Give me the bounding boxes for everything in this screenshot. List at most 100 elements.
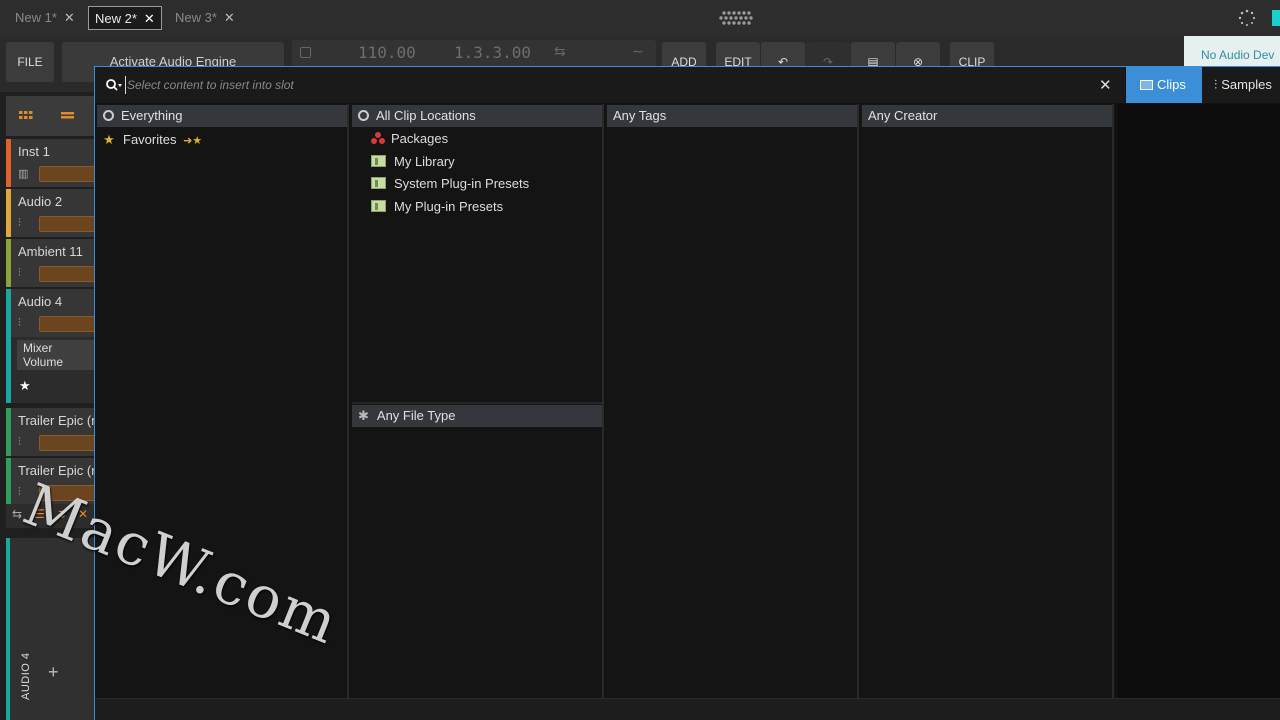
library-icon [371, 155, 386, 167]
bottom-track-label: AUDIO 4 [20, 652, 32, 700]
filter-favorites[interactable]: ★ Favorites ➜★ [102, 132, 202, 148]
results-area [1118, 104, 1280, 698]
loading-spinner-icon [1238, 9, 1256, 26]
layout-icon[interactable]: ☰ [34, 507, 45, 521]
device-panel-strip: AUDIO 4 + [6, 538, 94, 720]
close-icon[interactable]: ✕ [144, 11, 155, 26]
tab-clips[interactable]: Clips [1126, 67, 1202, 103]
app-logo-icon[interactable] [718, 10, 754, 26]
add-device-icon[interactable]: + [48, 662, 59, 683]
filter-label: Favorites [123, 132, 177, 147]
track-ambient-11[interactable]: Ambient 11 ⫶ [6, 239, 99, 287]
filter-all-clip-locations[interactable]: All Clip Locations [352, 105, 602, 127]
mixer-volume-label: Mixer Volume [17, 340, 99, 370]
filter-any-file-type[interactable]: ✱ Any File Type [352, 405, 602, 427]
swap-icon[interactable]: ⇆ [12, 507, 22, 521]
library-icon [371, 177, 386, 189]
tab-label: New 3* [175, 10, 217, 25]
waveform-icon: ⫶ [18, 486, 21, 498]
track-name: Audio 4 [18, 294, 63, 309]
tempo-display[interactable]: 110.00 [358, 43, 416, 62]
filter-column-creator: Any Creator [860, 104, 1114, 698]
asterisk-icon: ✱ [358, 408, 369, 423]
location-my-library[interactable]: My Library [371, 154, 455, 169]
track-name: Ambient 11 [18, 244, 83, 259]
waveform-icon: ⫶ [18, 217, 21, 229]
filter-label: All Clip Locations [376, 108, 476, 123]
search-bar: ✕ [95, 67, 1125, 103]
divider [352, 402, 602, 404]
tab-label: New 2* [95, 11, 137, 26]
automation-icon[interactable]: ∼ [632, 43, 644, 60]
waveform-icon: ⫶ [18, 436, 21, 448]
track-clip-slot[interactable] [39, 266, 99, 282]
tab-new-1[interactable]: New 1* ✕ [9, 6, 81, 30]
track-clip-slot[interactable] [39, 166, 99, 182]
favorite-star-icon: ★ [19, 378, 31, 393]
arrow-down-icon[interactable]: ↴ [56, 507, 66, 521]
content-browser-popup: ✕ Clips ⫶Samples Everything ★ Favorites ➜… [94, 66, 1280, 720]
search-input[interactable] [125, 76, 1025, 94]
loop-icon[interactable]: ⇆ [554, 43, 566, 60]
track-audio-2[interactable]: Audio 2 ⫶ [6, 189, 99, 237]
track-name: Inst 1 [18, 144, 50, 159]
tab-samples[interactable]: ⫶ Samples [1202, 67, 1280, 103]
tab-samples-label: Samples [1221, 77, 1272, 92]
piano-icon: ▥ [18, 168, 29, 180]
track-clip-slot[interactable] [39, 435, 99, 451]
document-tab-bar: New 1* ✕ New 2* ✕ New 3* ✕ [0, 0, 1280, 36]
tab-new-3[interactable]: New 3* ✕ [169, 6, 241, 30]
radio-icon [103, 110, 114, 121]
grid-view-icon[interactable] [18, 108, 34, 122]
waveform-icon: ⫶ [18, 317, 21, 329]
track-audio-4[interactable]: Audio 4 ⫶ [6, 289, 99, 337]
tab-label: New 1* [15, 10, 57, 25]
location-my-plugin-presets[interactable]: My Plug-in Presets [371, 199, 503, 214]
track-list-header [6, 96, 94, 136]
search-icon[interactable] [105, 78, 123, 92]
file-button[interactable]: FILE [6, 42, 54, 82]
clips-icon [1140, 80, 1153, 90]
close-icon[interactable]: ✕ [224, 10, 235, 25]
filter-any-creator[interactable]: Any Creator [862, 105, 1112, 127]
library-icon [371, 200, 386, 212]
track-name: Audio 2 [18, 194, 63, 209]
track-inst-1[interactable]: Inst 1 ▥ [6, 139, 99, 187]
waveform-icon: ⫶ [18, 267, 21, 279]
list-view-icon[interactable] [60, 108, 76, 122]
close-icon[interactable]: ✕ [64, 10, 75, 25]
position-display[interactable]: 1.3.3.00 [454, 43, 531, 62]
filter-label: Any File Type [376, 408, 456, 423]
browser-status-bar [95, 698, 1280, 720]
location-label: My Plug-in Presets [394, 199, 504, 214]
track-list-footer: ⇆ ☰ ↴ ✕ [6, 504, 94, 528]
close-icon[interactable]: ✕ [78, 507, 88, 521]
location-label: Packages [391, 131, 449, 146]
filter-label: Everything [121, 108, 183, 123]
location-label: My Library [394, 154, 455, 169]
filter-column-tags: Any Tags [605, 104, 859, 698]
mixer-volume-lane[interactable]: Mixer Volume ★ [6, 337, 99, 403]
filter-column-locations: All Clip Locations Packages My Library S… [350, 104, 604, 698]
location-packages[interactable]: Packages [370, 131, 448, 146]
clear-search-icon[interactable]: ✕ [1099, 76, 1112, 94]
star-icon: ★ [103, 132, 115, 147]
location-label: System Plug-in Presets [394, 176, 530, 191]
record-toggle-icon[interactable] [300, 47, 311, 58]
filter-column-collections: Everything ★ Favorites ➜★ [95, 104, 349, 698]
track-name: Trailer Epic (m [18, 463, 103, 478]
track-name: Trailer Epic (m [18, 413, 103, 428]
packages-icon [371, 132, 385, 144]
tab-new-2[interactable]: New 2* ✕ [88, 6, 162, 30]
radio-icon [358, 110, 369, 121]
track-clip-slot[interactable] [39, 216, 99, 232]
filter-everything[interactable]: Everything [97, 105, 347, 127]
accent-indicator [1272, 10, 1280, 26]
track-trailer-epic-1[interactable]: Trailer Epic (m ⫶ [6, 408, 102, 456]
track-list-panel: Inst 1 ▥ Audio 2 ⫶ Ambient 11 ⫶ Audio 4 … [0, 92, 102, 720]
track-trailer-epic-2[interactable]: Trailer Epic (m ⫶ [6, 458, 102, 506]
filter-any-tags[interactable]: Any Tags [607, 105, 857, 127]
track-clip-slot[interactable] [39, 316, 99, 332]
track-clip-slot[interactable] [39, 485, 99, 501]
location-system-plugin-presets[interactable]: System Plug-in Presets [371, 176, 529, 191]
